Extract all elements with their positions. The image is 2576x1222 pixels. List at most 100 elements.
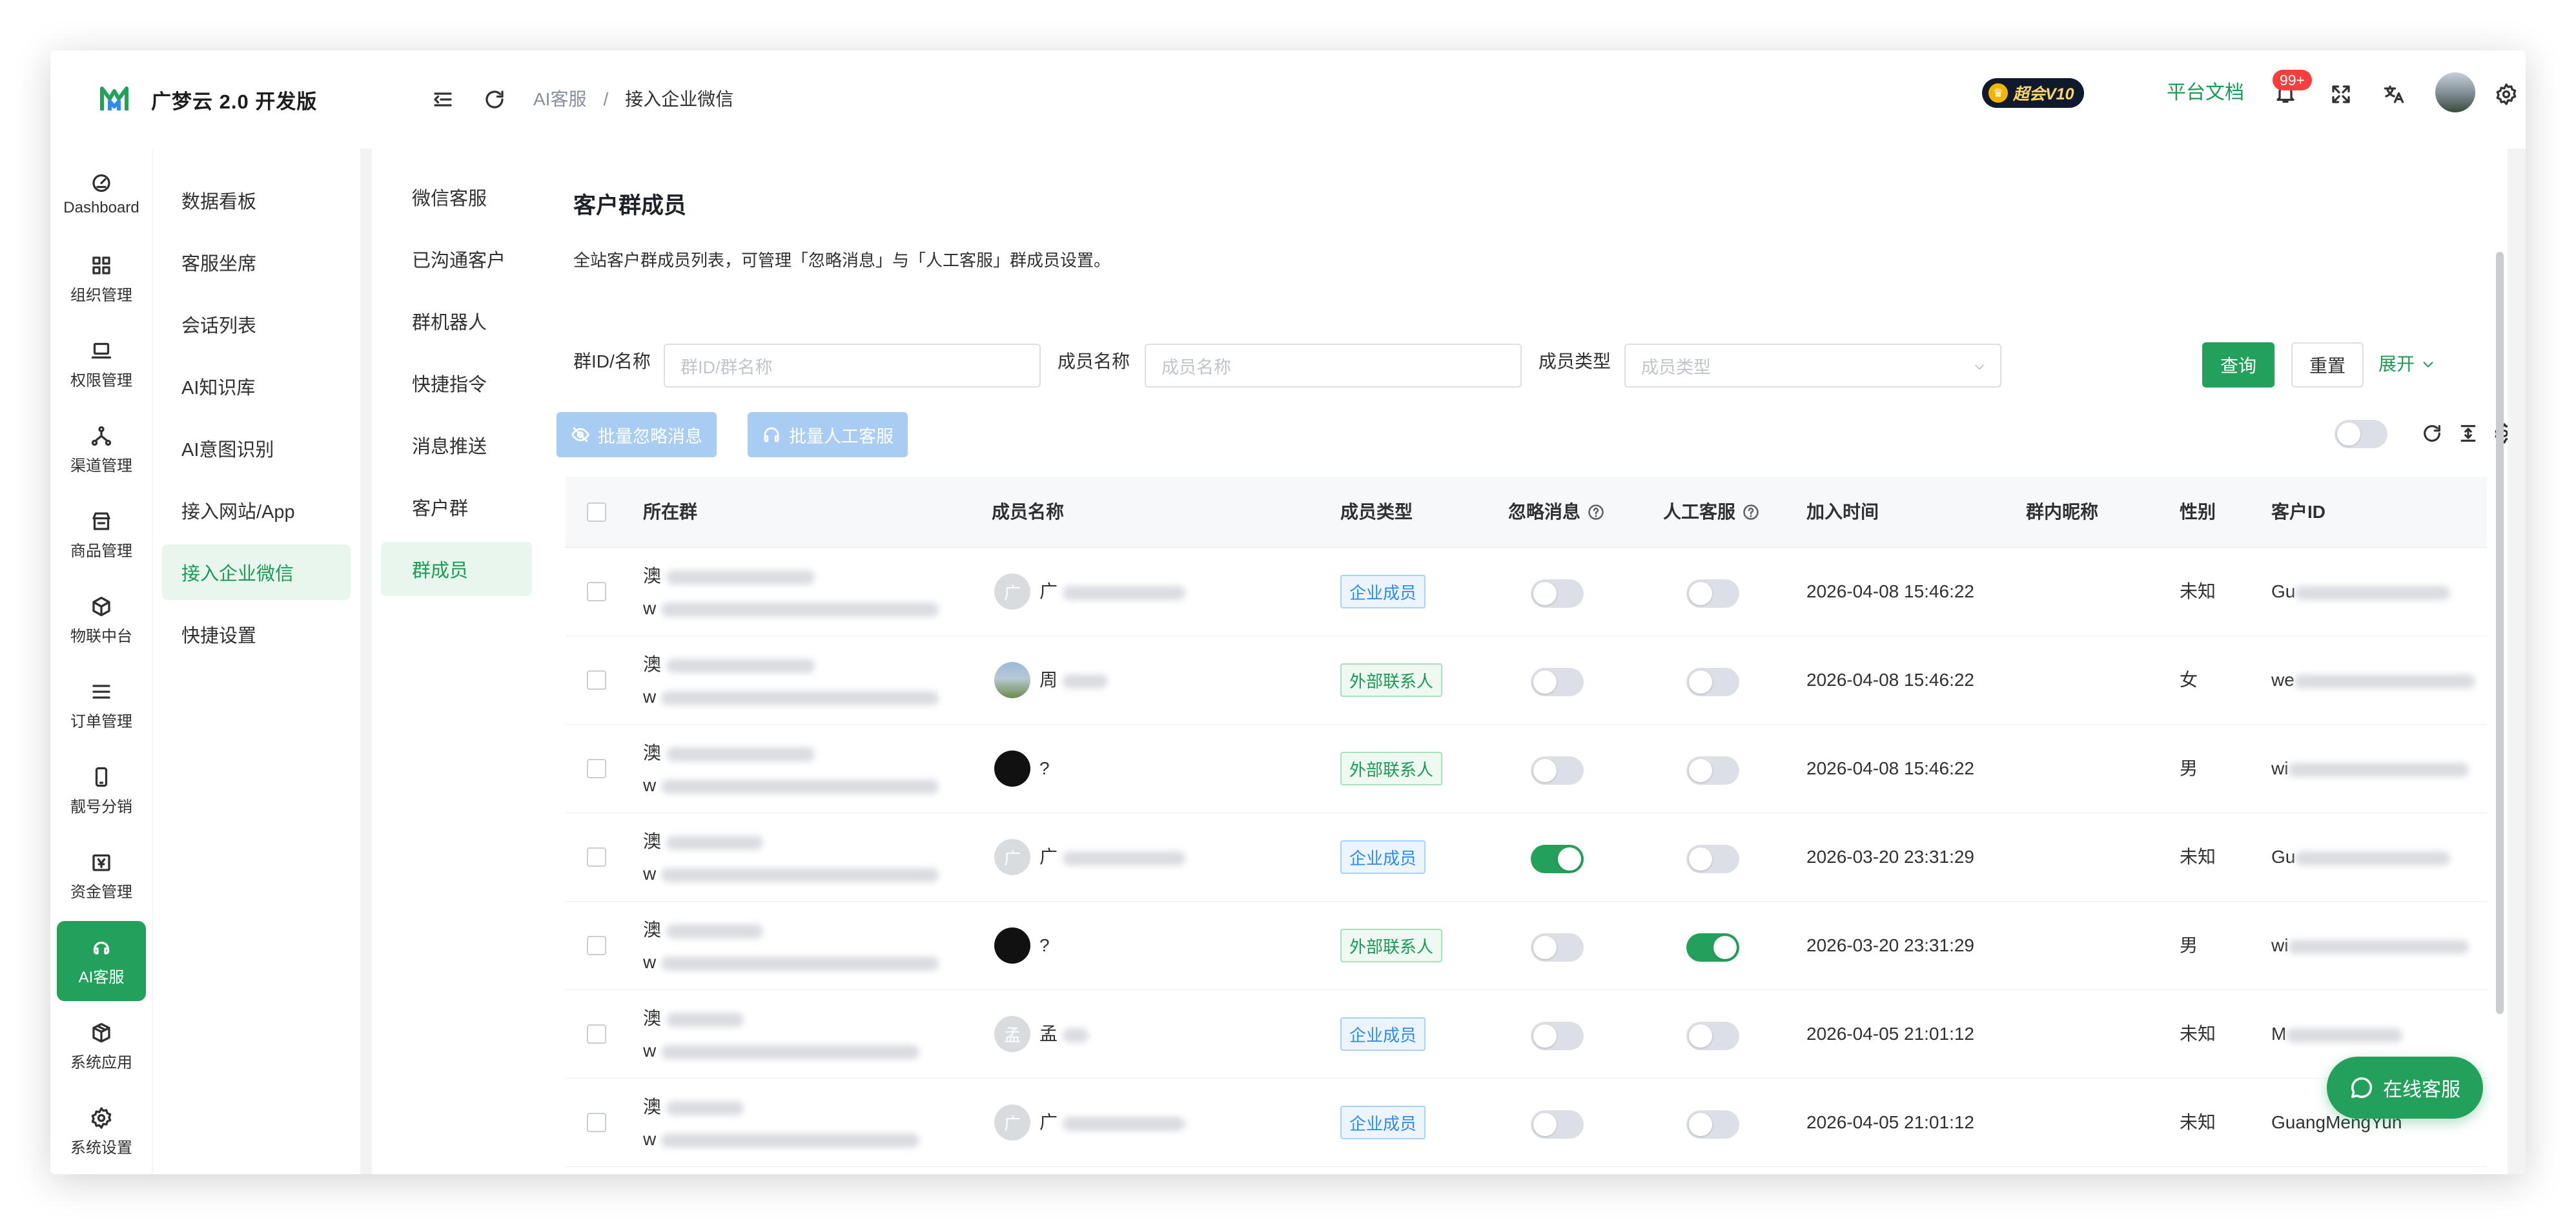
menu-item-wechat-service[interactable]: 微信客服 bbox=[381, 170, 532, 224]
menu-item-ai-knowledge[interactable]: AI知识库 bbox=[162, 358, 351, 414]
gender-cell: 未知 bbox=[2180, 1024, 2216, 1044]
ignore-switch[interactable] bbox=[1531, 845, 1584, 873]
menu-item-customer-group[interactable]: 客户群 bbox=[381, 480, 532, 534]
select-all-checkbox[interactable] bbox=[587, 502, 606, 522]
menu-item-ai-intent[interactable]: AI意图识别 bbox=[162, 420, 351, 476]
menu-item-session-list[interactable]: 会话列表 bbox=[162, 296, 351, 352]
vip-badge[interactable]: ♛ 超会V10 bbox=[1982, 78, 2085, 108]
menu-item-quick-command[interactable]: 快捷指令 bbox=[381, 356, 532, 410]
row-checkbox[interactable] bbox=[587, 670, 606, 690]
row-checkbox[interactable] bbox=[587, 936, 606, 955]
human-service-switch[interactable] bbox=[1686, 933, 1739, 962]
table-refresh-icon[interactable] bbox=[2421, 422, 2443, 444]
table-density-toggle[interactable] bbox=[2335, 420, 2387, 448]
ignore-switch[interactable] bbox=[1531, 668, 1584, 696]
type-filter-select[interactable]: 成员类型 bbox=[1624, 344, 2001, 388]
column-header-nickname: 群内昵称 bbox=[2026, 502, 2099, 522]
column-height-icon[interactable] bbox=[2457, 422, 2479, 444]
rail-item-ai-service[interactable]: AI客服 bbox=[57, 921, 146, 1001]
rail-item-number[interactable]: 靓号分销 bbox=[57, 751, 146, 831]
group-name-cell: 澳 bbox=[643, 564, 815, 588]
member-avatar bbox=[994, 662, 1030, 698]
group-name-cell: 澳 bbox=[643, 741, 815, 765]
member-filter-input[interactable]: 成员名称 bbox=[1145, 344, 1522, 388]
menu-item-website-app[interactable]: 接入网站/App bbox=[162, 482, 351, 538]
batch-human-service-button[interactable]: 批量人工客服 bbox=[748, 412, 908, 457]
reset-button[interactable]: 重置 bbox=[2291, 342, 2364, 388]
expand-label: 展开 bbox=[2378, 354, 2415, 374]
rail-item-fund[interactable]: 资金管理 bbox=[57, 836, 146, 916]
user-avatar[interactable] bbox=[2435, 72, 2475, 112]
query-button[interactable]: 查询 bbox=[2202, 342, 2274, 388]
menu-item-group-members[interactable]: 群成员 bbox=[381, 542, 532, 596]
rail-item-label: 靓号分销 bbox=[70, 798, 132, 816]
ignore-switch[interactable] bbox=[1531, 933, 1584, 962]
rail-item-apps[interactable]: 系统应用 bbox=[57, 1006, 146, 1086]
menu-item-group-robot[interactable]: 群机器人 bbox=[381, 294, 532, 348]
human-service-switch[interactable] bbox=[1686, 756, 1739, 785]
rail-item-org[interactable]: 组织管理 bbox=[57, 239, 146, 319]
help-circle-icon[interactable] bbox=[1587, 503, 1605, 521]
settings-gear-icon[interactable] bbox=[2495, 83, 2518, 106]
table-row[interactable]: 澳 w 广 广 企业成员 2026-04-08 15:46:22 未知 Gu bbox=[566, 548, 2487, 636]
rail-item-permission[interactable]: 权限管理 bbox=[57, 324, 146, 404]
menu-item-wecom[interactable]: 接入企业微信 bbox=[162, 544, 351, 600]
rail-item-dashboard[interactable]: Dashboard bbox=[57, 154, 146, 234]
ignore-switch[interactable] bbox=[1531, 1110, 1584, 1139]
online-service-button[interactable]: 在线客服 bbox=[2327, 1057, 2483, 1119]
join-time-cell: 2026-04-08 15:46:22 bbox=[1806, 581, 1974, 601]
app-logo[interactable]: 广梦云 2.0 开发版 bbox=[50, 50, 360, 149]
eye-off-icon bbox=[571, 425, 590, 444]
group-id-cell: w bbox=[643, 862, 939, 885]
human-service-switch[interactable] bbox=[1686, 579, 1739, 608]
ignore-switch[interactable] bbox=[1531, 579, 1584, 608]
menu-fold-icon[interactable] bbox=[431, 88, 455, 111]
help-circle-icon[interactable] bbox=[1742, 503, 1760, 521]
menu-item-contacted-customers[interactable]: 已沟通客户 bbox=[381, 232, 532, 286]
row-checkbox[interactable] bbox=[587, 1024, 606, 1044]
menu-item-data-board[interactable]: 数据看板 bbox=[162, 172, 351, 228]
column-header-customer-id: 客户ID bbox=[2271, 502, 2326, 522]
row-checkbox[interactable] bbox=[587, 759, 606, 778]
column-header-member-type: 成员类型 bbox=[1340, 502, 1413, 522]
group-id-cell: w bbox=[643, 951, 939, 974]
vip-badge-label: 超会V10 bbox=[2013, 85, 2074, 103]
row-checkbox[interactable] bbox=[587, 582, 606, 601]
table-row[interactable]: 澳 w 周 外部联系人 2026-04-08 15:46:22 女 we bbox=[566, 636, 2487, 725]
rail-item-order[interactable]: 订单管理 bbox=[57, 665, 146, 745]
human-service-switch[interactable] bbox=[1686, 1110, 1739, 1139]
human-service-switch[interactable] bbox=[1686, 668, 1739, 696]
group-filter-input[interactable]: 群ID/群名称 bbox=[664, 344, 1041, 388]
row-checkbox[interactable] bbox=[587, 847, 606, 867]
member-avatar: 广 bbox=[994, 1104, 1030, 1141]
group-id-cell: w bbox=[643, 597, 939, 620]
platform-docs-link[interactable]: 平台文档 bbox=[2167, 80, 2244, 106]
table-row[interactable]: 澳 w ? 外部联系人 2026-04-08 15:46:22 男 wi bbox=[566, 725, 2487, 813]
vertical-scrollbar[interactable] bbox=[2496, 252, 2504, 1014]
table-row[interactable]: 澳 w 广 广 企业成员 2026-04-05 21:01:12 未知 Guan… bbox=[566, 1079, 2487, 1167]
breadcrumb-item-ai-service[interactable]: AI客服 bbox=[533, 88, 586, 111]
menu-item-message-push[interactable]: 消息推送 bbox=[381, 418, 532, 472]
table-row[interactable]: 澳 w ? 外部联系人 2026-03-20 23:31:29 男 wi bbox=[566, 902, 2487, 990]
fullscreen-icon[interactable] bbox=[2329, 83, 2353, 106]
rail-item-settings[interactable]: 系统设置 bbox=[57, 1092, 146, 1172]
menu-item-agent-seats[interactable]: 客服坐席 bbox=[162, 234, 351, 290]
rail-item-product[interactable]: 商品管理 bbox=[57, 495, 146, 575]
ignore-switch[interactable] bbox=[1531, 756, 1584, 785]
rail-item-iot[interactable]: 物联中台 bbox=[57, 580, 146, 660]
rail-item-channel[interactable]: 渠道管理 bbox=[57, 409, 146, 490]
table-row[interactable]: 澳 w 广 广 企业成员 2026-03-20 23:31:29 未知 Gu bbox=[566, 813, 2487, 902]
translate-icon[interactable] bbox=[2382, 83, 2406, 106]
human-service-switch[interactable] bbox=[1686, 845, 1739, 873]
row-checkbox[interactable] bbox=[587, 1113, 606, 1132]
customer-id-cell: Gu bbox=[2271, 845, 2451, 869]
refresh-icon[interactable] bbox=[483, 88, 506, 111]
join-time-cell: 2026-04-05 21:01:12 bbox=[1806, 1024, 1974, 1044]
expand-filters-button[interactable]: 展开 bbox=[2378, 353, 2435, 376]
table-row[interactable]: 澳 w 孟 孟 企业成员 2026-04-05 21:01:12 未知 M bbox=[566, 990, 2487, 1079]
menu-item-quick-settings[interactable]: 快捷设置 bbox=[162, 606, 351, 662]
batch-ignore-button[interactable]: 批量忽略消息 bbox=[557, 412, 717, 457]
ignore-switch[interactable] bbox=[1531, 1022, 1584, 1050]
batch-ignore-label: 批量忽略消息 bbox=[598, 426, 702, 446]
human-service-switch[interactable] bbox=[1686, 1022, 1739, 1050]
